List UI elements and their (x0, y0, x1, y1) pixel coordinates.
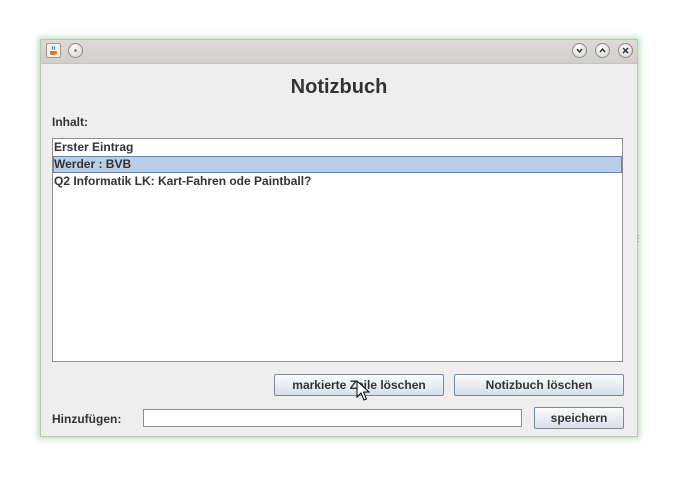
content-label: Inhalt: (52, 115, 88, 129)
java-coffee-icon[interactable] (46, 43, 61, 58)
save-button[interactable]: speichern (534, 407, 624, 429)
list-item[interactable]: Erster Eintrag (53, 139, 622, 156)
title-bar[interactable] (41, 40, 637, 64)
chevron-up-icon[interactable] (595, 43, 610, 58)
list-item-selected[interactable]: Werder : BVB (53, 156, 622, 173)
resize-grip-icon[interactable] (637, 235, 639, 243)
window-menu-icon[interactable] (68, 43, 83, 58)
mouse-pointer-icon (356, 380, 370, 401)
chevron-down-icon[interactable] (572, 43, 587, 58)
page-title: Notizbuch (290, 76, 388, 98)
notizbuch-window: Notizbuch Inhalt: Erster Eintrag Werder … (40, 39, 639, 437)
notes-list[interactable]: Erster Eintrag Werder : BVB Q2 Informati… (52, 138, 623, 362)
list-item[interactable]: Q2 Informatik LK: Kart-Fahren ode Paintb… (53, 173, 622, 190)
delete-notebook-button[interactable]: Notizbuch löschen (454, 374, 624, 396)
add-entry-input[interactable] (143, 409, 522, 427)
close-icon[interactable] (618, 43, 633, 58)
add-label: Hinzufügen: (52, 412, 122, 426)
